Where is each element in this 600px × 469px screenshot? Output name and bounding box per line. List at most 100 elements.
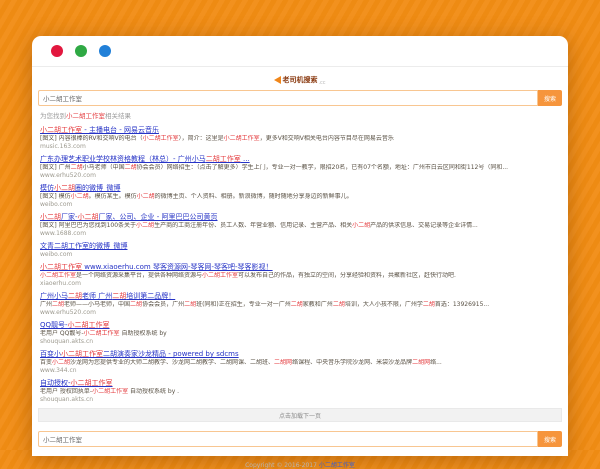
site-logo: 老司机搜索 .cc (38, 73, 562, 86)
search-result: 小二胡工作室 www.xiaoerhu.com 琴客资源网-琴客网-琴客吧-琴客… (40, 263, 560, 288)
highlighted-keyword: 小二胡 (352, 222, 371, 229)
result-description: [图文] 广州二胡小马老师（中国二胡协会会员）网络招生：（点击了解更多）学生上门… (40, 164, 560, 172)
text-segment: [图文] 广州 (40, 164, 71, 171)
highlighted-keyword: 小二胡工作室 (67, 321, 110, 329)
highlighted-keyword: 小二胡工作室 (40, 272, 77, 279)
search-result: 小二胡厂家-小二胡厂家、公司、企业 - 阿里巴巴公司黄页 [图文] 阿里巴巴为您找… (40, 213, 560, 238)
summary-suffix: 相关结果 (105, 112, 131, 120)
results-list: 小二胡工作室 - 主播电台 - 网易云音乐 [图文] 内容很棒的RV和交响V的电台… (40, 126, 560, 404)
text-segment: 协会会员，广州 (142, 301, 185, 308)
search-bar-bottom: 搜索 (38, 431, 562, 447)
highlighted-keyword: 小二胡 (70, 193, 89, 200)
text-segment: 。模仿某生。模仿 (88, 193, 137, 200)
text-segment: 生产商的工商注册年份、员工人数、年营业额、信用记录、主营产品、相关 (154, 222, 353, 229)
result-title-link[interactable]: 百变小小二胡工作室二胡演奏家沙龙精品 - powered by sdcms (40, 350, 560, 359)
result-description: 百变小二胡沙龙网为您提供专业的大师二胡教学、沙龙网二胡教学、二胡网课、二胡班、二… (40, 359, 560, 367)
text-segment: 老师 广州 (82, 292, 113, 300)
highlighted-keyword: 二胡网 (412, 359, 431, 366)
highlighted-keyword: 二胡 (184, 301, 197, 308)
highlighted-keyword: 二胡网 (274, 359, 293, 366)
highlighted-keyword: 小二胡 (52, 359, 71, 366)
load-more-button[interactable]: 点击加载下一页 (38, 408, 562, 422)
load-more-label: 点击加载下一页 (278, 412, 321, 420)
text-segment: [图文] 阿里巴巴为您找到100条关于 (40, 222, 137, 229)
copyright-text: Copyright © 2016-2017 (245, 462, 319, 469)
search-button[interactable]: 搜索 (538, 90, 562, 106)
result-description: 广州二胡老师——小马老师，中国二胡协会会员，广州二胡班(同和)正在招生，专业一对… (40, 301, 560, 309)
search-result: 自动授权-小二胡工作室 老用户 授权回执单-小二胡工作室 自动授权系统 by .s… (40, 379, 560, 404)
text-segment: 模仿 (40, 184, 54, 192)
page-footer: Copyright © 2016-2017 小二胡工作室 (38, 460, 562, 469)
text-segment: 自助授权系统 by (119, 330, 167, 337)
highlighted-keyword: 小二胡工作室 (83, 330, 120, 337)
text-segment: 圈的微博_微博 (75, 184, 121, 192)
highlighted-keyword: 小二胡工作室 (70, 379, 113, 387)
text-segment: 广东办理艺术职业学校林资格教程（林总）- 广州小马 (40, 155, 206, 163)
text-segment: 是一个网络资源采集平台，提供各种网络资源与 (76, 272, 203, 279)
summary-keyword: 小二胡工作室 (66, 112, 105, 120)
text-segment: 协会会员）网络招生：（点击了解更多）学生上门，专业一对一教学，限招20名，已有0… (136, 164, 509, 171)
text-segment: 广州 (40, 301, 53, 308)
window-close-button[interactable] (51, 45, 63, 57)
result-url: www.344.cn (40, 367, 77, 374)
search-result: 百变小小二胡工作室二胡演奏家沙龙精品 - powered by sdcms 百变小… (40, 350, 560, 375)
search-result: 广东办理艺术职业学校林资格教程（林总）- 广州小马二胡工作室 ... [图文] 广… (40, 155, 560, 180)
browser-window: 老司机搜索 .cc 搜索 为您找到小二胡工作室相关结果 小二胡工作室 - 主播电… (32, 36, 568, 469)
text-segment: 厂家、公司、企业 - 阿里巴巴公司黄页 (98, 213, 218, 221)
result-description: [图文] 阿里巴巴为您找到100条关于小二胡生产商的工商注册年份、员工人数、年营… (40, 222, 560, 230)
result-description: [图文] 内容很棒的RV和交响V的电台（小二胡工作室），简介：这里是小二胡工作室… (40, 135, 560, 143)
result-title-link[interactable]: QQ靓号-小二胡工作室 (40, 321, 560, 330)
text-segment: 自动授权系统 by . (128, 388, 180, 395)
highlighted-keyword: 二胡工作室 (205, 155, 241, 163)
text-segment: 培训第二品牌！ (126, 292, 176, 300)
highlighted-keyword: 二胡 (290, 301, 303, 308)
text-segment: 的微博主页、个人资料、相册。新浪微博，随时随地分享身边的新鲜事儿。 (154, 193, 353, 200)
page-content: 老司机搜索 .cc 搜索 为您找到小二胡工作室相关结果 小二胡工作室 - 主播电… (32, 73, 568, 469)
highlighted-keyword: 二胡 (124, 164, 137, 171)
result-title-link[interactable]: 模仿小二胡圈的微博_微博 (40, 184, 560, 193)
result-url: shouquan.akts.cn (40, 338, 94, 345)
result-title-link[interactable]: 文青二胡工作室的微博_微博 (40, 242, 560, 251)
result-title-link[interactable]: 广东办理艺术职业学校林资格教程（林总）- 广州小马二胡工作室 ... (40, 155, 560, 164)
result-title-link[interactable]: 自动授权-小二胡工作室 (40, 379, 560, 388)
highlighted-keyword: 小二胡 (40, 213, 61, 221)
highlighted-keyword: 二胡 (70, 164, 83, 171)
highlighted-keyword: 小二胡 (136, 222, 155, 229)
result-description: 小二胡工作室是一个网络资源采集平台，提供各种网络资源与小二胡工作室可以发布自己的… (40, 272, 560, 280)
search-result: 模仿小二胡圈的微博_微博 [图文] 模仿小二胡。模仿某生。模仿小二胡的微博主页、个… (40, 184, 560, 209)
highlighted-keyword: 小二胡 (54, 184, 75, 192)
text-segment: 可以发布自己的作品，有独立的空间，分享经验和资料，共聚新社区，赶快行动吧. (238, 272, 456, 279)
highlighted-keyword: 小二胡工作室 (61, 350, 103, 358)
result-url: xiaoerhu.com (40, 280, 81, 287)
results-summary: 为您找到小二胡工作室相关结果 (40, 112, 562, 120)
result-title-link[interactable]: 广州小马二胡老师 广州二胡培训第二品牌！ (40, 292, 560, 301)
text-segment: 老师——小马老师，中国 (64, 301, 131, 308)
search-result: 小二胡工作室 - 主播电台 - 网易云音乐 [图文] 内容很棒的RV和交响V的电台… (40, 126, 560, 151)
highlighted-keyword: 小二胡工作室 (40, 263, 82, 271)
search-result: 广州小马二胡老师 广州二胡培训第二品牌！ 广州二胡老师——小马老师，中国二胡协会会… (40, 292, 560, 317)
search-input-bottom[interactable] (38, 431, 538, 447)
text-segment: 百变 (40, 359, 53, 366)
text-segment: ... (240, 155, 250, 163)
result-title-link[interactable]: 小二胡工作室 - 主播电台 - 网易云音乐 (40, 126, 560, 135)
search-input[interactable] (38, 90, 538, 106)
text-segment: [图文] 内容很棒的RV和交响V的电台（ (40, 135, 143, 142)
text-segment: 班(同和)正在招生，专业一对一广州 (196, 301, 291, 308)
highlighted-keyword: 二胡 (332, 301, 345, 308)
window-maximize-button[interactable] (99, 45, 111, 57)
logo-arrow-icon (274, 75, 282, 84)
result-url: weibo.com (40, 251, 73, 258)
window-minimize-button[interactable] (75, 45, 87, 57)
result-url: shouquan.akts.cn (40, 396, 94, 403)
footer-studio-link[interactable]: 小二胡工作室 (319, 462, 355, 469)
text-segment: - 主播电台 - 网易云音乐 (82, 126, 159, 134)
text-segment: 老用户 QQ靓号- (40, 330, 84, 337)
highlighted-keyword: 小二胡 (77, 213, 99, 221)
result-title-link[interactable]: 小二胡厂家-小二胡厂家、公司、企业 - 阿里巴巴公司黄页 (40, 213, 560, 222)
logo-text: 老司机搜索 (282, 75, 318, 84)
search-button-bottom[interactable]: 搜索 (538, 431, 562, 447)
result-url: www.erhu520.com (40, 172, 96, 179)
text-segment: [图文] 模仿 (40, 193, 71, 200)
result-title-link[interactable]: 小二胡工作室 www.xiaoerhu.com 琴客资源网-琴客网-琴客吧-琴客… (40, 263, 560, 272)
text-segment: 广州小马 (40, 292, 68, 300)
